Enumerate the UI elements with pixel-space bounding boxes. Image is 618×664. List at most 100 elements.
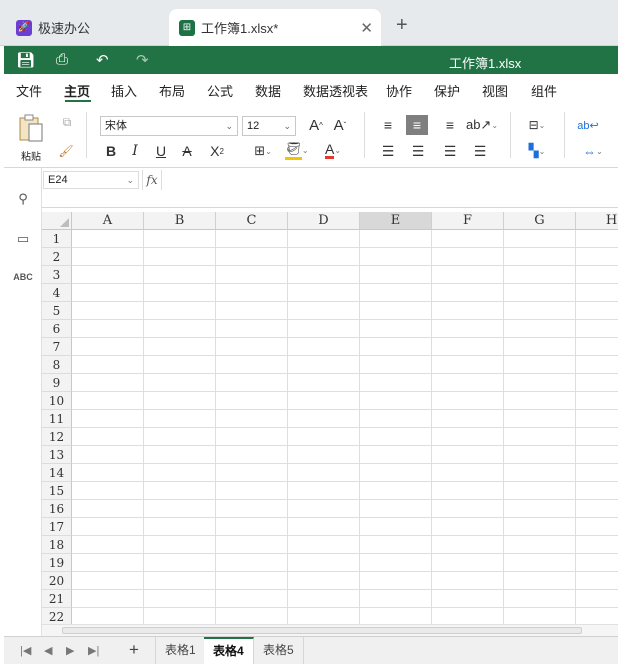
menu-components[interactable]: 组件: [531, 81, 557, 100]
subscript-button[interactable]: X2: [204, 142, 230, 160]
menu-formula[interactable]: 公式: [207, 81, 233, 100]
column-header-b[interactable]: B: [144, 212, 216, 230]
justify-icon[interactable]: ☰: [470, 142, 490, 160]
column-header-d[interactable]: D: [288, 212, 360, 230]
menu-home[interactable]: 主页: [64, 81, 90, 100]
formula-input[interactable]: [166, 171, 616, 189]
save-icon[interactable]: 💾︎: [16, 51, 35, 69]
bold-button[interactable]: B: [102, 142, 120, 160]
row-header-12[interactable]: 12: [42, 428, 72, 446]
align-left-icon[interactable]: ☰: [378, 142, 398, 160]
redo-icon[interactable]: ↷: [136, 51, 149, 69]
undo-icon[interactable]: ↶: [96, 51, 109, 69]
row-header-14[interactable]: 14: [42, 464, 72, 482]
align-bottom-icon[interactable]: ≡: [440, 116, 460, 134]
column-header-f[interactable]: F: [432, 212, 504, 230]
menu-view[interactable]: 视图: [482, 81, 508, 100]
ribbon-separator: [564, 112, 565, 158]
row-header-9[interactable]: 9: [42, 374, 72, 392]
add-sheet-icon[interactable]: +: [129, 640, 139, 660]
sheet-tab-4[interactable]: 表格4: [204, 637, 254, 664]
spreadsheet-grid[interactable]: ABCDEFGH 1 2 3 4 5 6 7 8 9 10 11 12 13 14 15 16 17 18 19 20…: [42, 212, 618, 624]
row-header-21[interactable]: 21: [42, 590, 72, 608]
grow-font-button[interactable]: A ^: [306, 115, 326, 135]
borders-button[interactable]: ⊞ ⌄: [250, 142, 276, 160]
row-header-7[interactable]: 7: [42, 338, 72, 356]
name-box[interactable]: E24 ⌄: [43, 171, 139, 189]
menu-layout[interactable]: 布局: [159, 81, 185, 100]
sheet-tab-5[interactable]: 表格5: [254, 637, 304, 664]
row-header-10[interactable]: 10: [42, 392, 72, 410]
wrap-text-icon[interactable]: ab↩: [577, 115, 598, 135]
paste-button[interactable]: [16, 112, 46, 144]
row-header-5[interactable]: 5: [42, 302, 72, 320]
browser-tab-home[interactable]: 🚀 极速办公: [6, 9, 166, 46]
browser-tab-bar: 🚀 极速办公 ⊞ 工作簿1.xlsx* ✕ +: [0, 0, 618, 46]
new-tab-icon[interactable]: +: [396, 14, 408, 37]
copy-icon[interactable]: ⧉: [59, 114, 75, 130]
row-header-22[interactable]: 22: [42, 608, 72, 624]
row-header-16[interactable]: 16: [42, 500, 72, 518]
italic-button[interactable]: I: [126, 142, 144, 160]
insert-function-button[interactable]: fx: [142, 170, 162, 190]
align-right-icon[interactable]: ☰: [440, 142, 460, 160]
column-header-e[interactable]: E: [360, 212, 432, 230]
search-icon[interactable]: ⚲: [14, 190, 32, 208]
underline-button[interactable]: U: [152, 142, 170, 160]
row-header-8[interactable]: 8: [42, 356, 72, 374]
row-header-4[interactable]: 4: [42, 284, 72, 302]
first-sheet-icon[interactable]: |◀: [20, 644, 31, 657]
row-header-19[interactable]: 19: [42, 554, 72, 572]
ribbon-separator: [86, 112, 87, 158]
align-middle-icon[interactable]: ≡: [406, 115, 428, 135]
number-format-icon: ⊟: [528, 118, 539, 132]
row-header-15[interactable]: 15: [42, 482, 72, 500]
column-header-c[interactable]: C: [216, 212, 288, 230]
row-header-3[interactable]: 3: [42, 266, 72, 284]
scrollbar-thumb[interactable]: [62, 627, 582, 634]
spellcheck-icon[interactable]: ABC: [13, 268, 33, 286]
row-header-17[interactable]: 17: [42, 518, 72, 536]
fill-color-button[interactable]: 🪣︎ ⌄: [284, 140, 310, 160]
row-header-2[interactable]: 2: [42, 248, 72, 266]
menu-pivot-table[interactable]: 数据透视表: [303, 81, 368, 100]
font-name-select[interactable]: 宋体 ⌄: [100, 116, 238, 136]
font-size-select[interactable]: 12 ⌄: [242, 116, 296, 136]
menu-protect[interactable]: 保护: [434, 81, 460, 100]
column-header-h[interactable]: H: [576, 212, 618, 230]
text-orientation-icon[interactable]: ab↗ ⌄: [466, 116, 498, 134]
align-top-icon[interactable]: ≡: [378, 116, 398, 134]
select-all-corner[interactable]: [42, 212, 72, 230]
font-color-button[interactable]: A ⌄: [320, 140, 346, 160]
row-header-18[interactable]: 18: [42, 536, 72, 554]
comment-icon[interactable]: ▭: [14, 230, 32, 248]
row-header-13[interactable]: 13: [42, 446, 72, 464]
menu-file[interactable]: 文件: [16, 81, 42, 100]
grid-row-line: [72, 589, 618, 590]
next-sheet-icon[interactable]: ▶: [66, 644, 74, 657]
menu-data[interactable]: 数据: [255, 81, 281, 100]
horizontal-scrollbar[interactable]: [42, 624, 618, 636]
prev-sheet-icon[interactable]: ◀: [44, 644, 52, 657]
print-icon[interactable]: ⎙: [56, 51, 68, 68]
grid-row-line: [72, 373, 618, 374]
last-sheet-icon[interactable]: ▶|: [88, 644, 99, 657]
browser-tab-workbook[interactable]: ⊞ 工作簿1.xlsx* ✕: [169, 9, 381, 46]
conditional-format-button[interactable]: ▚ ⌄: [522, 142, 552, 160]
row-header-11[interactable]: 11: [42, 410, 72, 428]
shrink-font-button[interactable]: Aˇ: [330, 115, 350, 135]
align-center-icon[interactable]: ☰: [408, 142, 428, 160]
close-tab-icon[interactable]: ✕: [360, 19, 373, 37]
number-format-button[interactable]: ⊟ ⌄: [522, 116, 552, 134]
merge-cells-button[interactable]: ⇔ ⌄: [578, 142, 608, 160]
format-painter-icon[interactable]: 🖌︎: [57, 142, 75, 160]
menu-collaborate[interactable]: 协作: [386, 81, 412, 100]
row-header-6[interactable]: 6: [42, 320, 72, 338]
strikethrough-button[interactable]: A: [178, 142, 196, 160]
column-header-g[interactable]: G: [504, 212, 576, 230]
sheet-tab-1[interactable]: 表格1: [155, 637, 206, 664]
row-header-20[interactable]: 20: [42, 572, 72, 590]
menu-insert[interactable]: 插入: [111, 81, 137, 100]
row-header-1[interactable]: 1: [42, 230, 72, 248]
column-header-a[interactable]: A: [72, 212, 144, 230]
